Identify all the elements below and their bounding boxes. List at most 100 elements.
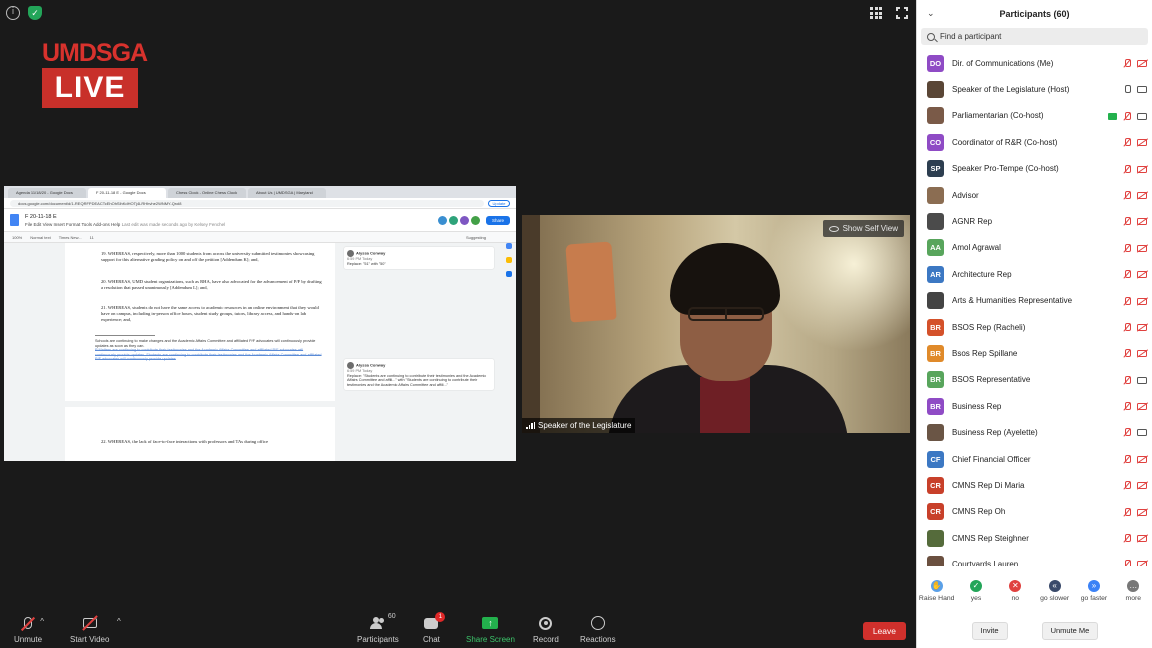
participant-row[interactable]: CF Chief Financial Officer	[917, 446, 1152, 472]
menu-file[interactable]: File	[25, 222, 32, 227]
camera-off-icon	[1137, 535, 1147, 543]
menu-tools[interactable]: Tools	[81, 222, 92, 227]
reaction-icon: ✓	[969, 580, 982, 592]
leave-button[interactable]: Leave	[862, 622, 906, 640]
participant-row[interactable]: Business Rep (Ayelette)	[917, 419, 1152, 445]
chevron-up-icon[interactable]: ^	[40, 617, 44, 626]
doc-page[interactable]: 19. WHEREAS, respectively, more than 100…	[65, 247, 335, 401]
update-button[interactable]: Update	[488, 199, 510, 207]
footnote-text: Schools are continuing to make changes a…	[95, 339, 316, 348]
menu-edit[interactable]: Edit	[34, 222, 42, 227]
suggestion-comment[interactable]: Alyssa Conway 6:59 PM Today Replace: "51…	[344, 247, 494, 270]
camera-off-icon	[1137, 244, 1147, 252]
reaction-go-slower-button[interactable]: « go slower	[1035, 580, 1074, 610]
menu-format[interactable]: Format	[66, 222, 80, 227]
shared-screen: Agenda 11/18/20 - Google Docs F 20-11-18…	[4, 186, 516, 461]
show-self-view-button[interactable]: Show Self View	[822, 220, 904, 237]
docs-share-button[interactable]: Share	[485, 215, 510, 225]
reaction-no-button[interactable]: ✕ no	[996, 580, 1035, 610]
participant-row[interactable]: BR Bsos Rep Spillane	[917, 340, 1152, 366]
chevron-down-icon[interactable]: ⌄	[927, 8, 935, 19]
participant-row[interactable]: Speaker of the Legislature (Host)	[917, 76, 1152, 102]
browser-tab[interactable]: F 20-11-18 E - Google Docs	[88, 188, 166, 198]
participant-row[interactable]: BR BSOS Representative	[917, 367, 1152, 393]
fullscreen-icon[interactable]	[896, 7, 908, 19]
collaborator-avatar	[448, 215, 458, 225]
participant-row[interactable]: CR CMNS Rep Oh	[917, 499, 1152, 525]
record-button[interactable]: Record	[533, 614, 559, 644]
participant-status-icons	[1123, 138, 1147, 147]
docs-logo-icon	[10, 214, 19, 226]
participant-search-input[interactable]: Find a participant	[921, 28, 1148, 45]
menu-insert[interactable]: Insert	[54, 222, 65, 227]
browser-tab[interactable]: Agenda 11/18/20 - Google Docs	[8, 188, 86, 198]
tasks-icon[interactable]	[506, 271, 512, 277]
security-shield-icon[interactable]: ✓	[28, 6, 42, 20]
share-screen-button[interactable]: ↑ Share Screen	[466, 614, 515, 644]
participant-row[interactable]: CR CMNS Rep Di Maria	[917, 472, 1152, 498]
unmute-button[interactable]: ^ Unmute	[14, 614, 44, 644]
camera-off-icon	[1137, 165, 1147, 173]
participant-row[interactable]: AR Architecture Rep	[917, 261, 1152, 287]
participant-row[interactable]: CMNS Rep Steighner	[917, 525, 1152, 551]
reaction-yes-button[interactable]: ✓ yes	[956, 580, 995, 610]
font-select[interactable]: Times New...	[59, 232, 82, 242]
url-field[interactable]: docs.google.com/document/d/1-REQRFPDEACT…	[10, 199, 484, 207]
style-select[interactable]: Normal text	[30, 232, 50, 242]
invite-button[interactable]: Invite	[971, 622, 1008, 640]
microphone-muted-icon	[1123, 243, 1131, 253]
microphone-muted-icon	[1123, 190, 1131, 200]
participant-row[interactable]: AA Amol Agrawal	[917, 235, 1152, 261]
search-placeholder: Find a participant	[940, 32, 1002, 41]
participant-avatar: DO	[927, 54, 944, 72]
participant-row[interactable]: BR Business Rep	[917, 393, 1152, 419]
participant-avatar: BR	[927, 318, 944, 336]
participant-row[interactable]: SP Speaker Pro-Tempe (Co-host)	[917, 156, 1152, 182]
person-shirt	[700, 377, 750, 433]
camera-off-icon	[1137, 455, 1147, 463]
docs-side-panel	[504, 243, 514, 277]
participant-avatar	[927, 424, 944, 442]
camera-off-icon	[1137, 139, 1147, 147]
calendar-icon[interactable]	[506, 243, 512, 249]
gallery-view-icon[interactable]	[870, 7, 882, 19]
participant-row[interactable]: CO Coordinator of R&R (Co-host)	[917, 129, 1152, 155]
participant-row[interactable]: Courtyards Lauren	[917, 551, 1152, 566]
suggestion-comment[interactable]: Alyssa Conway 6:59 PM Today Replace: "St…	[344, 359, 494, 391]
chat-button[interactable]: 1 Chat	[423, 611, 446, 644]
chevron-up-icon[interactable]: ^	[117, 617, 121, 626]
doc-page[interactable]: 22. WHEREAS, the lack of face-to-face in…	[65, 407, 335, 461]
eye-icon	[828, 225, 839, 232]
info-icon[interactable]: i	[6, 6, 20, 20]
keep-icon[interactable]	[506, 257, 512, 263]
participants-button[interactable]: 60 Participants	[357, 613, 399, 644]
size-select[interactable]: 11	[90, 232, 94, 242]
menu-help[interactable]: Help	[111, 222, 120, 227]
browser-tab[interactable]: About Us | UMDSGA | Maryland	[248, 188, 326, 198]
participant-row[interactable]: AGNR Rep	[917, 208, 1152, 234]
reaction-more-button[interactable]: … more	[1114, 580, 1152, 610]
participant-row[interactable]: Advisor	[917, 182, 1152, 208]
video-tile[interactable]: Show Self View Speaker of the Legislatur…	[522, 215, 910, 433]
menu-addons[interactable]: Add-ons	[93, 222, 110, 227]
participant-name: Courtyards Lauren	[952, 560, 1019, 566]
camera-off-icon	[81, 615, 98, 631]
reaction-raise-hand-button[interactable]: ✋ Raise Hand	[917, 580, 956, 610]
reaction-go-faster-button[interactable]: » go faster	[1074, 580, 1113, 610]
video-name-label: Speaker of the Legislature	[522, 418, 636, 433]
microphone-muted-icon	[20, 616, 36, 632]
participant-row[interactable]: Arts & Humanities Representative	[917, 288, 1152, 314]
participant-row[interactable]: BR BSOS Rep (Racheli)	[917, 314, 1152, 340]
reactions-button[interactable]: Reactions	[580, 614, 616, 644]
browser-tab[interactable]: Chess Clock - Online Chess Clock	[168, 188, 246, 198]
zoom-select[interactable]: 100%	[12, 232, 22, 242]
mode-select[interactable]: Suggesting	[466, 232, 486, 242]
participant-row[interactable]: DO Dir. of Communications (Me)	[917, 50, 1152, 76]
unmute-me-button[interactable]: Unmute Me	[1041, 622, 1099, 640]
start-video-button[interactable]: ^ Start Video	[70, 614, 121, 644]
participant-status-icons	[1123, 243, 1147, 253]
menu-view[interactable]: View	[43, 222, 53, 227]
participant-row[interactable]: Parliamentarian (Co-host)	[917, 103, 1152, 129]
doc-title[interactable]: F 20-11-18 E	[25, 214, 225, 220]
participant-name: Architecture Rep	[952, 269, 1012, 279]
